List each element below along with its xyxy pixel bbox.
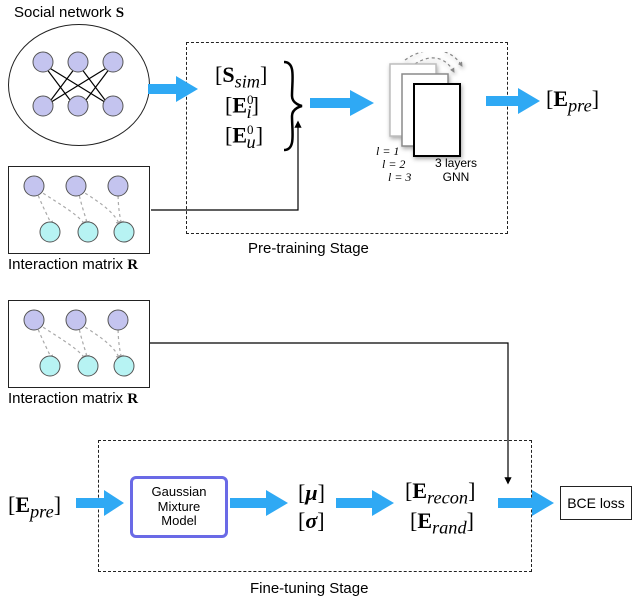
- epre-sub: pre: [568, 95, 592, 115]
- interaction-matrix-top-svg: [8, 166, 148, 252]
- l3: l = 3: [388, 170, 411, 184]
- bce-label: BCE loss: [567, 495, 625, 511]
- ssim-sym: S: [222, 62, 234, 87]
- interaction-matrix-bottom-svg: [8, 300, 148, 386]
- social-network-sym: S: [116, 5, 124, 21]
- pretraining-stage-label: Pre-training Stage: [248, 240, 369, 257]
- erand-sub: rand: [432, 517, 467, 537]
- gnn-caption-2: GNN: [443, 170, 470, 184]
- gmm-l3: Model: [161, 513, 196, 528]
- close-bracket: ]: [260, 62, 267, 87]
- social-network-svg: [8, 24, 148, 144]
- fat-arrow-3: [486, 86, 540, 116]
- epre2-sub: pre: [30, 501, 54, 521]
- ssim-sub: sim: [235, 71, 260, 91]
- bce-loss-box: BCE loss: [560, 486, 632, 520]
- social-network-title: Social network: [14, 4, 112, 21]
- gmm-l2: Mixture: [158, 499, 201, 514]
- erand-sym: E: [417, 508, 432, 533]
- fat-arrow-1: [148, 74, 198, 104]
- thin-arrow-top: [148, 120, 308, 215]
- l2: l = 2: [382, 157, 405, 171]
- ei0-sym: E: [232, 92, 247, 117]
- finetuning-stage-label: Fine-tuning Stage: [250, 580, 368, 597]
- fat-arrow-b1: [76, 490, 124, 516]
- gnn-caption-1: 3 layers: [435, 156, 477, 170]
- interaction-matrix-sym-top: R: [127, 257, 138, 273]
- interaction-matrix-title-bottom: Interaction matrix: [8, 390, 123, 407]
- interaction-matrix-title-top: Interaction matrix: [8, 256, 123, 273]
- sigma-sym: σ: [305, 508, 317, 533]
- l1: l = 1: [376, 144, 399, 158]
- epre2-sym: E: [15, 492, 30, 517]
- thin-arrow-bottom: [148, 340, 518, 500]
- epre-sym: E: [553, 86, 568, 111]
- fat-arrow-2: [310, 88, 374, 118]
- interaction-matrix-sym-bottom: R: [127, 391, 138, 407]
